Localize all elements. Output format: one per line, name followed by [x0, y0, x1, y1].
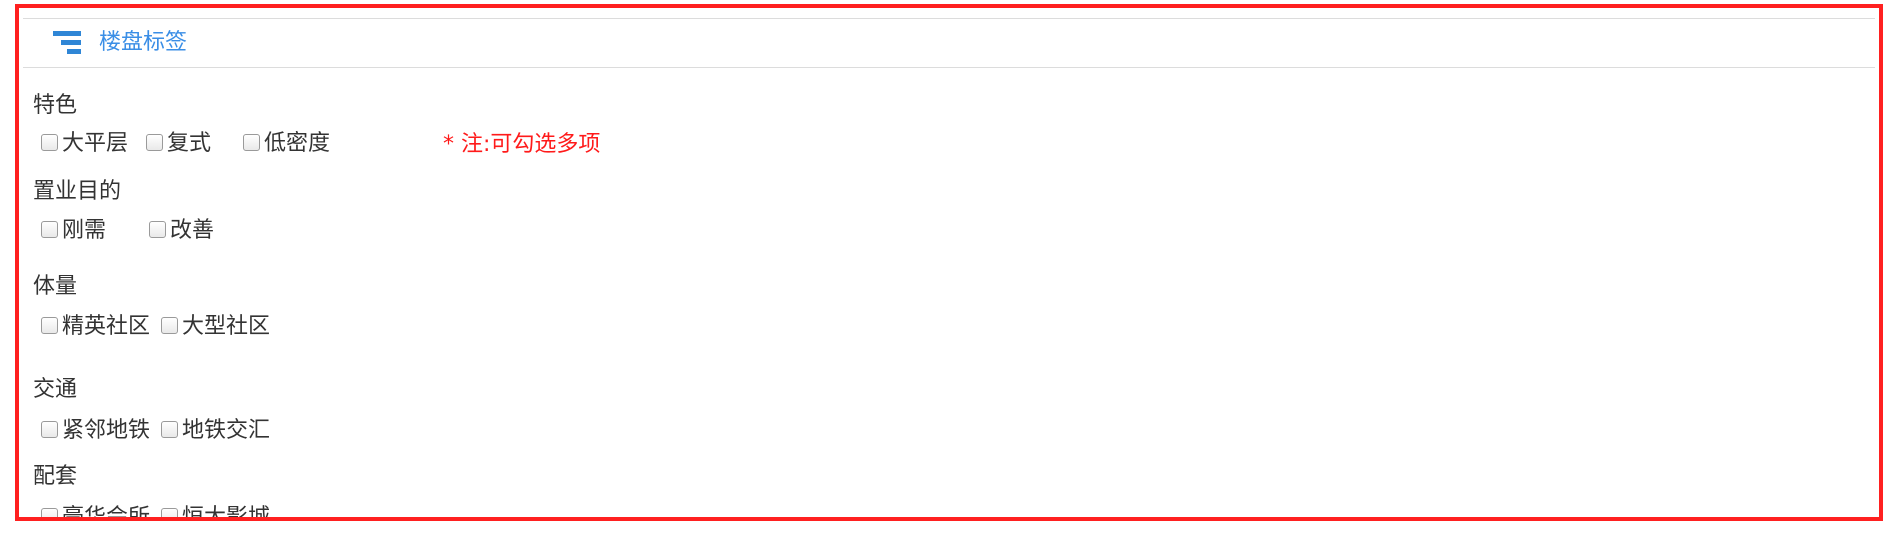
filter-list-icon	[53, 31, 85, 55]
checkbox[interactable]	[161, 316, 178, 334]
checkbox[interactable]	[146, 133, 163, 151]
checkbox[interactable]	[41, 420, 58, 438]
section-label-transport: 交通	[33, 377, 78, 402]
checkbox-option-first-home[interactable]: 刚需	[41, 217, 106, 245]
checkbox-option-metro-interchange[interactable]: 地铁交汇	[161, 417, 270, 445]
option-label: 精英社区	[62, 314, 151, 339]
checkbox-option-evergrande-cinema[interactable]: 恒大影城	[161, 504, 271, 521]
checkbox[interactable]	[161, 507, 178, 517]
option-label: 大型社区	[182, 314, 271, 339]
checkbox-option-upgrade[interactable]: 改善	[149, 217, 214, 245]
checkbox[interactable]	[41, 316, 58, 334]
checkbox[interactable]	[41, 507, 58, 517]
option-label: 地铁交汇	[182, 418, 271, 443]
checkbox[interactable]	[41, 133, 58, 151]
option-label: 大平层	[62, 131, 129, 156]
checkbox-option-large-community[interactable]: 大型社区	[161, 313, 270, 341]
checkbox-option-low-density[interactable]: 低密度	[243, 130, 330, 158]
option-label: 低密度	[264, 131, 331, 156]
panel-title: 楼盘标签	[99, 30, 188, 55]
checkbox[interactable]	[161, 420, 178, 438]
section-label-amenities: 配套	[33, 464, 78, 489]
multi-select-note: * 注:可勾选多项	[443, 132, 601, 157]
option-label: 豪华会所	[62, 505, 151, 521]
checkbox-option-elite-community[interactable]: 精英社区	[41, 313, 150, 341]
checkbox-option-large-flat[interactable]: 大平层	[41, 130, 128, 158]
section-label-purchase-purpose: 置业目的	[33, 179, 122, 204]
tag-panel-highlight-frame: 楼盘标签 特色 大平层 复式 低密度 * 注:可勾选多项 置业目的 刚需 改善 …	[15, 4, 1883, 521]
checkbox[interactable]	[41, 220, 58, 238]
option-label: 紧邻地铁	[62, 418, 151, 443]
section-label-features: 特色	[33, 93, 78, 118]
checkbox-option-near-metro[interactable]: 紧邻地铁	[41, 417, 150, 445]
section-label-scale: 体量	[33, 274, 78, 299]
checkbox[interactable]	[243, 133, 260, 151]
panel-header: 楼盘标签	[23, 18, 1875, 68]
checkbox-option-luxury-clubhouse[interactable]: 豪华会所	[41, 504, 151, 521]
option-label: 恒大影城	[182, 505, 271, 521]
option-label: 复式	[167, 131, 212, 156]
checkbox-option-duplex[interactable]: 复式	[146, 130, 211, 158]
option-label: 刚需	[62, 218, 107, 243]
option-label: 改善	[170, 218, 215, 243]
checkbox[interactable]	[149, 220, 166, 238]
